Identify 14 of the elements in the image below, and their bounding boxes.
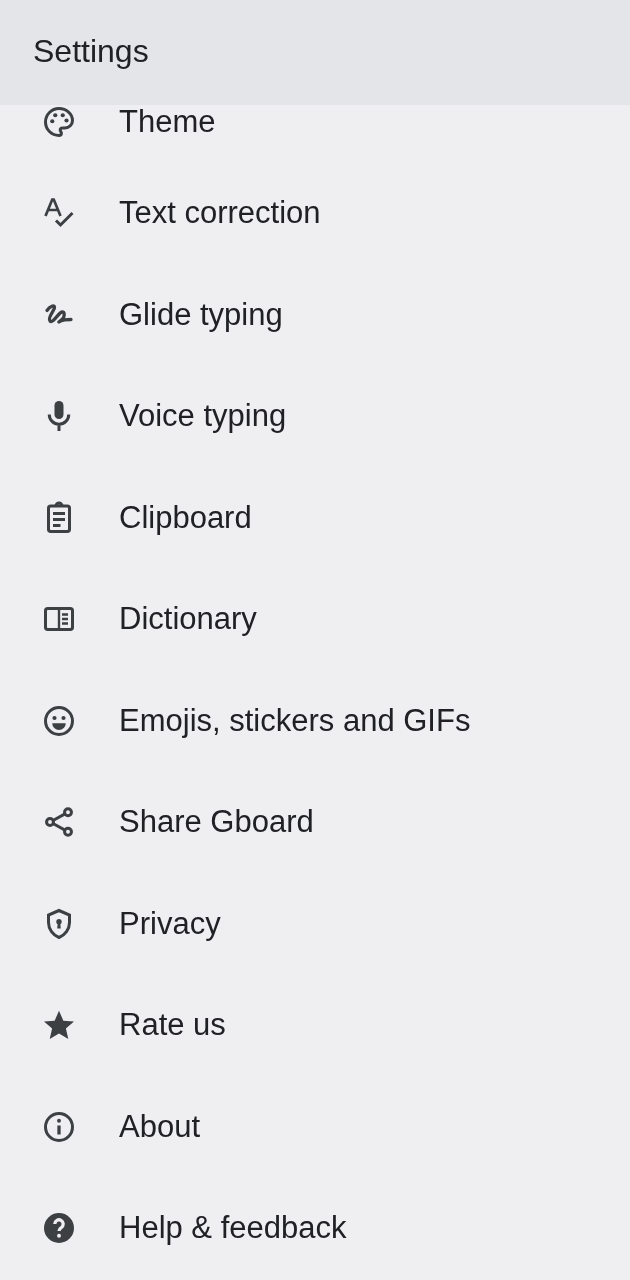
screen-title: Settings	[33, 33, 149, 70]
settings-item[interactable]: Share Gboard	[0, 771, 630, 873]
settings-item[interactable]: Dictionary	[0, 568, 630, 670]
settings-item[interactable]: Rate us	[0, 974, 630, 1076]
settings-item[interactable]: Glide typing	[0, 264, 630, 366]
settings-item[interactable]: Emojis, stickers and GIFs	[0, 670, 630, 772]
settings-item[interactable]: Theme	[0, 105, 630, 163]
settings-item[interactable]: Clipboard	[0, 467, 630, 569]
palette-icon	[41, 104, 77, 140]
settings-item[interactable]: Voice typing	[0, 365, 630, 467]
settings-item[interactable]: About	[0, 1076, 630, 1178]
settings-item[interactable]: Text correction	[0, 162, 630, 264]
settings-item[interactable]: Help & feedback	[0, 1177, 630, 1279]
settings-item[interactable]: Privacy	[0, 873, 630, 975]
